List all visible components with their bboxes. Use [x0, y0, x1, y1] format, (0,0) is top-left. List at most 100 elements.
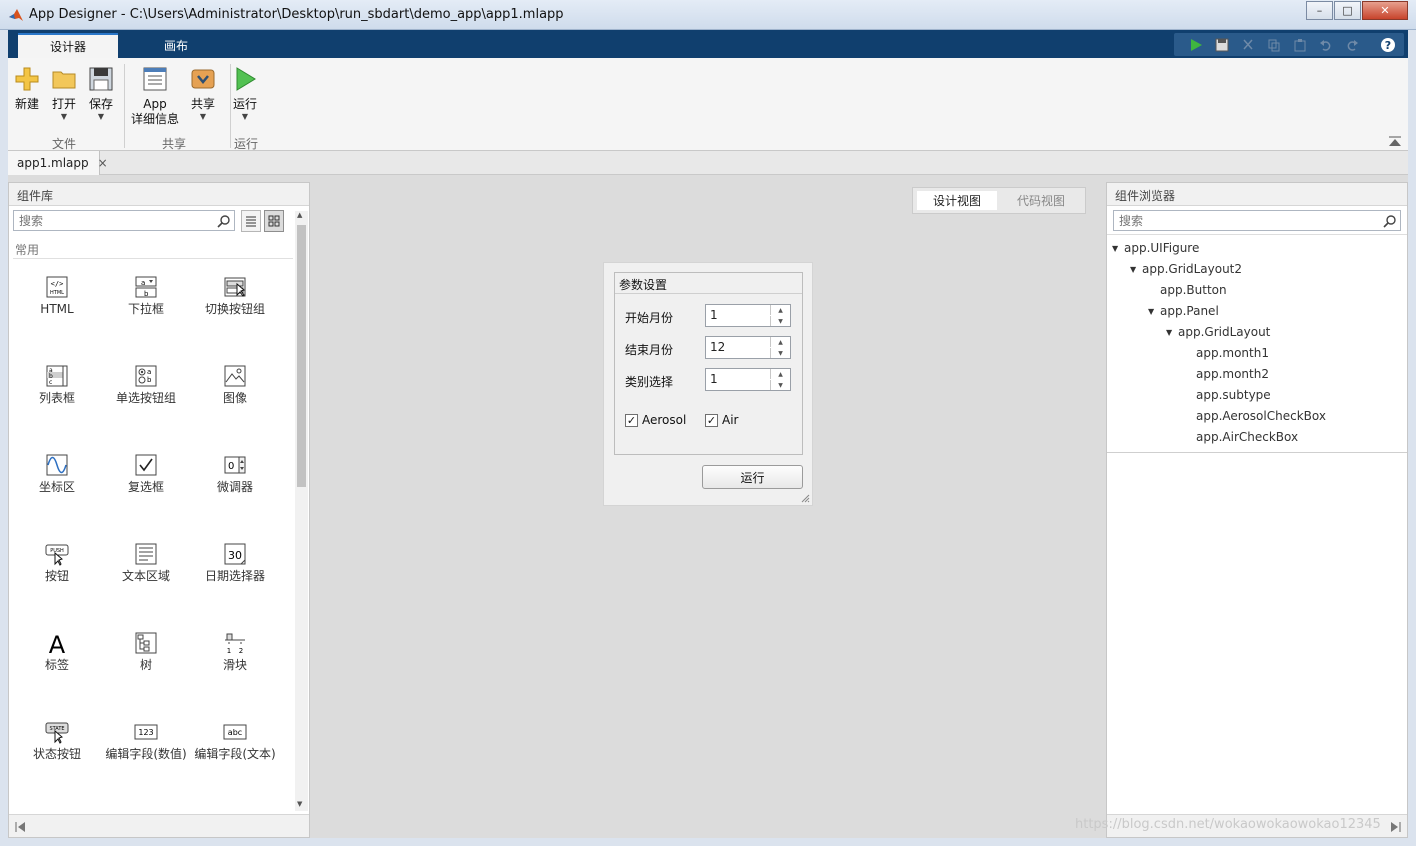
- axes-icon: [46, 454, 68, 476]
- tree-node[interactable]: app.AirCheckBox: [1184, 430, 1298, 444]
- quick-run-button[interactable]: [1186, 36, 1206, 54]
- component-state-button[interactable]: STATE 状态按钮: [12, 720, 102, 762]
- ribbon-separator: [124, 64, 125, 148]
- share-button[interactable]: 共享 ▼: [190, 66, 216, 122]
- close-icon: ✕: [1380, 4, 1390, 17]
- close-tab-icon[interactable]: ×: [98, 156, 108, 170]
- component-library-panel: 组件库 常用 </> HTML HTML ab 下拉框 切换按钮组 abc 列表框…: [8, 182, 310, 838]
- run-icon: [1191, 39, 1202, 51]
- expand-triangle-icon[interactable]: ▼: [1166, 328, 1178, 337]
- quick-cut-button[interactable]: [1238, 36, 1258, 54]
- text-area-icon: [135, 543, 157, 565]
- scroll-up-icon[interactable]: ▲: [297, 211, 302, 219]
- tree-node[interactable]: app.subtype: [1184, 388, 1271, 402]
- component-spinner[interactable]: 0 微调器: [190, 453, 280, 495]
- quick-paste-button[interactable]: [1290, 36, 1310, 54]
- collapse-ribbon-icon[interactable]: [1388, 136, 1402, 148]
- tab-designer[interactable]: 设计器: [18, 33, 118, 58]
- spinner-down-icon[interactable]: ▼: [770, 316, 790, 326]
- category-spinner[interactable]: 1 ▲ ▼: [705, 368, 791, 391]
- tree-node[interactable]: ▼ app.UIFigure: [1112, 241, 1199, 255]
- save-icon: [89, 67, 113, 91]
- window-frame-left: [0, 58, 8, 838]
- scroll-down-icon[interactable]: ▼: [297, 800, 302, 808]
- tree-node[interactable]: ▼ app.Panel: [1148, 304, 1219, 318]
- component-tree[interactable]: 树: [101, 631, 191, 673]
- component-checkbox[interactable]: 复选框: [101, 453, 191, 495]
- tree-node[interactable]: ▼ app.GridLayout: [1166, 325, 1270, 339]
- expand-triangle-icon[interactable]: ▼: [1112, 244, 1124, 253]
- spinner-up-icon[interactable]: ▲: [770, 305, 790, 315]
- tree-node[interactable]: app.AerosolCheckBox: [1184, 409, 1326, 423]
- window-frame-right: [1408, 58, 1416, 838]
- new-button[interactable]: 新建: [14, 66, 40, 112]
- air-checkbox[interactable]: ✓ Air: [705, 413, 738, 427]
- open-button[interactable]: 打开 ▼: [51, 66, 77, 122]
- browser-search-input[interactable]: [1113, 210, 1401, 231]
- title-bar: App Designer - C:\Users\Administrator\De…: [0, 0, 1416, 30]
- parameter-panel[interactable]: 参数设置 开始月份 1 ▲ ▼ 结束月份 12 ▲ ▼ 类别选择 1 ▲ ▼ ✓…: [614, 272, 803, 455]
- expand-triangle-icon[interactable]: ▼: [1130, 265, 1142, 274]
- component-text-edit-field[interactable]: abc 编辑字段(文本): [190, 720, 280, 762]
- library-search-input[interactable]: [13, 210, 235, 231]
- svg-text:a: a: [141, 279, 145, 287]
- component-radio-button-group[interactable]: ab 单选按钮组: [101, 364, 191, 406]
- spinner-down-icon[interactable]: ▼: [770, 380, 790, 390]
- save-button[interactable]: 保存 ▼: [88, 66, 114, 122]
- svg-text:30: 30: [228, 549, 242, 562]
- spinner-down-icon[interactable]: ▼: [770, 348, 790, 358]
- checkbox-icon: [135, 454, 157, 476]
- tree-node[interactable]: app.month1: [1184, 346, 1269, 360]
- aerosol-checkbox[interactable]: ✓ Aerosol: [625, 413, 686, 427]
- document-tab[interactable]: app1.mlapp ×: [8, 151, 108, 175]
- app-details-button[interactable]: App 详细信息: [131, 66, 179, 127]
- end-month-spinner[interactable]: 12 ▲ ▼: [705, 336, 791, 359]
- collapse-right-icon[interactable]: [1389, 821, 1401, 833]
- component-date-picker[interactable]: 30 日期选择器: [190, 542, 280, 584]
- tree-node[interactable]: app.Button: [1148, 283, 1227, 297]
- spinner-up-icon[interactable]: ▲: [770, 337, 790, 347]
- ui-figure[interactable]: 参数设置 开始月份 1 ▲ ▼ 结束月份 12 ▲ ▼ 类别选择 1 ▲ ▼ ✓…: [603, 262, 813, 506]
- component-axes[interactable]: 坐标区: [12, 453, 102, 495]
- code-view-button[interactable]: 代码视图: [1001, 191, 1081, 210]
- component-push-button[interactable]: PUSH 按钮: [12, 542, 102, 584]
- component-toggle-button-group[interactable]: 切换按钮组: [190, 275, 280, 317]
- image-icon: [224, 365, 246, 387]
- svg-text:HTML: HTML: [50, 290, 64, 296]
- tree-node[interactable]: app.month2: [1184, 367, 1269, 381]
- component-dropdown[interactable]: ab 下拉框: [101, 275, 191, 317]
- collapse-left-icon[interactable]: [15, 821, 27, 833]
- quick-undo-button[interactable]: [1316, 36, 1336, 54]
- list-view-button[interactable]: [241, 210, 261, 232]
- library-scrollbar[interactable]: ▲ ▼: [295, 211, 308, 811]
- design-view-button[interactable]: 设计视图: [917, 191, 997, 210]
- component-image[interactable]: 图像: [190, 364, 280, 406]
- list-view-icon: [246, 216, 256, 227]
- canvas-run-button[interactable]: 运行: [702, 465, 803, 489]
- component-numeric-edit-field[interactable]: 123 编辑字段(数值): [101, 720, 191, 762]
- quick-save-button[interactable]: [1212, 36, 1232, 54]
- grid-view-button[interactable]: [264, 210, 284, 232]
- close-button[interactable]: ✕: [1362, 1, 1408, 20]
- maximize-button[interactable]: □: [1334, 1, 1361, 20]
- component-text-area[interactable]: 文本区域: [101, 542, 191, 584]
- component-label[interactable]: A 标签: [12, 631, 102, 673]
- minimize-button[interactable]: –: [1306, 1, 1333, 20]
- expand-triangle-icon[interactable]: ▼: [1148, 307, 1160, 316]
- run-button[interactable]: 运行 ▼: [232, 66, 258, 122]
- details-icon: [143, 67, 167, 91]
- tree-node[interactable]: ▼ app.GridLayout2: [1130, 262, 1242, 276]
- spinner-up-icon[interactable]: ▲: [770, 369, 790, 379]
- component-html[interactable]: </> HTML HTML: [12, 275, 102, 317]
- component-listbox[interactable]: abc 列表框: [12, 364, 102, 406]
- quick-redo-button[interactable]: [1342, 36, 1362, 54]
- group-label-file: 文件: [51, 137, 76, 151]
- component-slider[interactable]: 12 滑块: [190, 631, 280, 673]
- component-browser-title: 组件浏览器: [1107, 183, 1407, 206]
- quick-copy-button[interactable]: [1264, 36, 1284, 54]
- resize-grip-icon[interactable]: [800, 493, 810, 503]
- help-button[interactable]: ?: [1378, 36, 1398, 54]
- start-month-spinner[interactable]: 1 ▲ ▼: [705, 304, 791, 327]
- tab-canvas[interactable]: 画布: [126, 33, 226, 58]
- scrollbar-thumb[interactable]: [297, 225, 306, 487]
